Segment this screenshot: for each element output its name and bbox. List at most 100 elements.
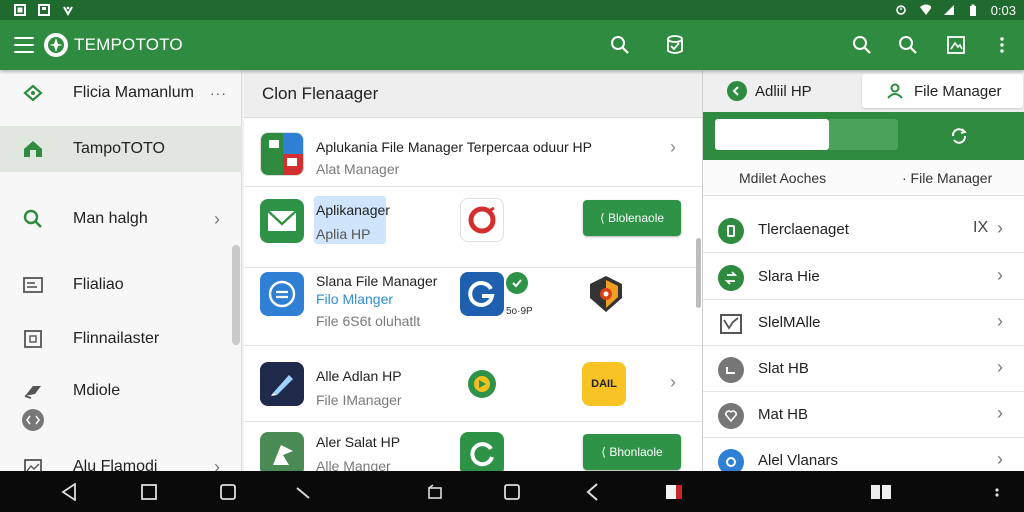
list-item[interactable]: Aler Salat HP Alle Manger ⟨ Bhonlaole: [244, 422, 702, 476]
search-icon[interactable]: [608, 33, 632, 57]
item-label: SlelMAlle: [758, 314, 821, 331]
box-icon: [22, 328, 44, 350]
tab-file-manager[interactable]: File Manager: [862, 74, 1023, 108]
more-dots-icon[interactable]: [988, 483, 1006, 501]
split-screen-icon[interactable]: [870, 483, 892, 501]
home-square-icon[interactable]: [140, 483, 158, 501]
app-title: TEMPOTOTO: [74, 35, 183, 54]
flag-app-icon: [260, 432, 304, 476]
drawer-item-label: Flicia Mamanlum: [73, 84, 194, 101]
tab-bar: Adliil HP File Manager: [703, 70, 1024, 112]
opera-app-icon: [460, 198, 504, 242]
search-icon[interactable]: [850, 33, 874, 57]
item-subtitle: File IManager: [316, 392, 402, 408]
drawer-item-label: Mdiole: [73, 382, 121, 399]
dail-app-icon: DAIL: [582, 362, 626, 406]
panel-title: Clon Flenaager: [262, 84, 379, 103]
item-title: Aler Salat HP: [316, 434, 401, 450]
tab-adliil-hp[interactable]: Adliil HP: [727, 74, 867, 108]
drawer-item-0[interactable]: Flicia Mamanlum ···: [0, 70, 242, 116]
back-icon[interactable]: [60, 483, 78, 501]
item-title: Aplukania File Manager Terpercaa oduur H…: [316, 139, 593, 155]
check-badge-icon: [506, 272, 528, 294]
location-icon: [22, 82, 44, 104]
item-title: Slana File Manager: [316, 273, 438, 289]
g-app-icon: [460, 272, 504, 316]
signal-icon: [943, 4, 955, 16]
list-item[interactable]: Mat HB ›: [703, 392, 1024, 438]
search-input[interactable]: [715, 119, 829, 150]
list-item[interactable]: Slana File Manager Filo Mlanger File 6S6…: [244, 268, 702, 346]
check-circle-icon: [727, 81, 747, 101]
search-icon[interactable]: [896, 33, 920, 57]
chevron-right-icon[interactable]: ›: [670, 137, 676, 158]
chevron-right-icon: ›: [997, 449, 1003, 469]
chevron-right-icon: ›: [997, 218, 1003, 238]
drawer-scrollbar[interactable]: [232, 245, 240, 345]
app-bar: TEMPOTOTO: [0, 20, 1024, 70]
drawer-item-5[interactable]: Mdiole: [0, 368, 242, 414]
drawer-item-label: Flinnailaster: [73, 330, 160, 347]
drawer-item-2[interactable]: Man halgh ›: [0, 196, 242, 242]
alarm-icon: [895, 4, 907, 16]
drawer-item-4[interactable]: Flinnailaster: [0, 316, 242, 362]
chevron-right-icon: ›: [997, 357, 1003, 377]
user-sync-icon: [886, 83, 904, 99]
file-manager-app-icon: [260, 132, 304, 176]
chevron-right-icon: ›: [214, 208, 220, 229]
list-item[interactable]: SlelMAlle ›: [703, 300, 1024, 346]
drawer-item-1[interactable]: TampoTOTO: [0, 126, 242, 172]
dail-label: DAIL: [591, 378, 617, 390]
list-item[interactable]: Aplikanager Aplia HP ⟨ Blolenaole: [244, 188, 702, 268]
drawer-item-3[interactable]: Flialiao: [0, 262, 242, 308]
item-label: Alel Vlanars: [758, 452, 839, 469]
image-icon[interactable]: [944, 33, 968, 57]
gallery-icon: [14, 4, 26, 16]
android-icon: [62, 4, 74, 16]
file-manager-blue-icon: [260, 272, 304, 316]
chevron-right-icon: ›: [997, 311, 1003, 331]
item-subtitle: Aplia HP: [316, 226, 371, 242]
refresh-app-icon: [460, 432, 504, 476]
sync-icon[interactable]: [947, 124, 971, 148]
drawer-item-label: TampoTOTO: [73, 140, 165, 157]
item-label: Mat HB: [758, 406, 809, 423]
list-item[interactable]: Slat HB ›: [703, 346, 1024, 392]
rotate-icon[interactable]: [426, 483, 444, 501]
shield-app-icon: [584, 272, 628, 316]
list-item[interactable]: Alle Adlan HP File IManager DAIL ›: [244, 346, 702, 422]
search-submit-button[interactable]: [829, 119, 898, 150]
gesture-icon[interactable]: [294, 483, 312, 501]
drawer-item-label: Flialiao: [73, 276, 124, 293]
item-subtitle: Alat Manager: [316, 161, 400, 177]
chevron-right-icon: ›: [997, 403, 1003, 423]
back-chevron-icon[interactable]: [583, 483, 601, 501]
status-time: 0:03: [990, 2, 1016, 18]
item-label: Tlerclaenaget: [758, 221, 849, 238]
list-scrollbar[interactable]: [696, 238, 701, 308]
more-dots: ···: [210, 85, 227, 101]
section-subheader: Mdilet Aoches · File Manager: [703, 160, 1024, 196]
swap-icon: [718, 265, 744, 291]
storage-icon[interactable]: [663, 33, 687, 57]
home-square-icon[interactable]: [503, 483, 521, 501]
item-title: Aplikanager: [316, 202, 390, 218]
list-item[interactable]: Aplukania File Manager Terpercaa oduur H…: [244, 119, 702, 187]
install-button[interactable]: ⟨ Bhonlaole: [583, 434, 681, 470]
recents-icon[interactable]: [219, 483, 237, 501]
search-icon: [22, 208, 44, 230]
pen-app-icon: [260, 362, 304, 406]
screenshot-icon[interactable]: [665, 483, 683, 501]
heart-icon: [718, 403, 744, 429]
install-button[interactable]: ⟨ Blolenaole: [583, 200, 681, 236]
badge-label: 5o·9P: [506, 306, 533, 317]
chevron-right-icon[interactable]: ›: [670, 372, 676, 393]
code-icon[interactable]: [22, 409, 44, 431]
more-vert-icon[interactable]: [990, 33, 1014, 57]
detail-panel: Adliil HP File Manager Mdilet Aoches · F…: [702, 70, 1024, 475]
list-item[interactable]: Slara Hie ›: [703, 254, 1024, 300]
settings-app-icon: [460, 362, 504, 406]
item-extra: IX: [973, 219, 989, 236]
list-item[interactable]: Tlerclaenaget IX ›: [703, 207, 1024, 253]
menu-icon[interactable]: [14, 37, 34, 53]
